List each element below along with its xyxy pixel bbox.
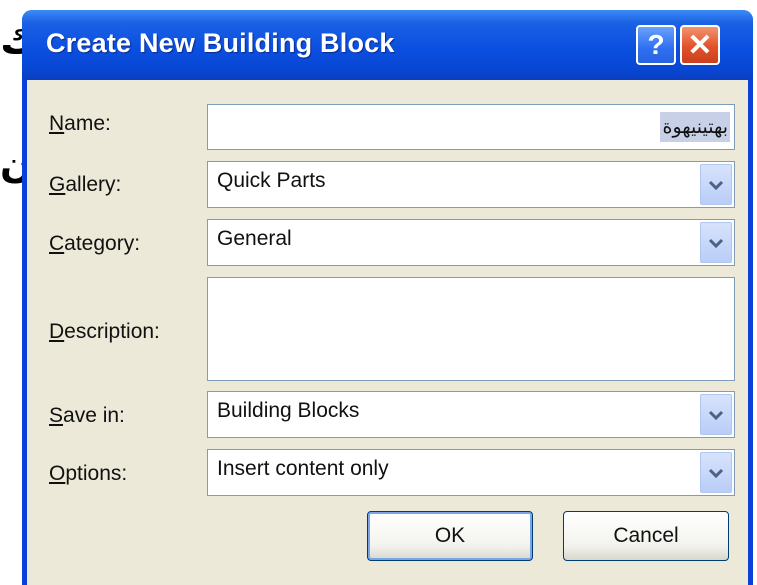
help-button[interactable]: ? — [636, 25, 676, 65]
gallery-label-accesskey: G — [49, 173, 66, 196]
description-label-accesskey: D — [49, 320, 65, 343]
save-in-label: Save in: — [49, 404, 125, 428]
save-in-label-text: ave in: — [63, 404, 125, 427]
title-bar[interactable]: Create New Building Block ? ✕ — [22, 10, 753, 80]
category-dropdown[interactable]: General — [207, 219, 735, 266]
options-label-accesskey: O — [49, 462, 66, 485]
ok-button[interactable]: OK — [367, 511, 533, 561]
options-dropdown[interactable]: Insert content only — [207, 449, 735, 496]
category-label-text: ategory: — [64, 232, 141, 255]
save-in-value: Building Blocks — [217, 399, 360, 422]
category-dropdown-button[interactable] — [700, 222, 732, 263]
options-value: Insert content only — [217, 457, 389, 480]
dialog-title: Create New Building Block — [46, 28, 395, 58]
category-label-accesskey: C — [49, 232, 65, 255]
gallery-dropdown[interactable]: Quick Parts — [207, 161, 735, 208]
name-input[interactable]: بهتينيهوة — [207, 104, 735, 150]
name-label: Name: — [49, 112, 111, 136]
description-textarea[interactable] — [207, 277, 735, 381]
chevron-down-icon — [708, 468, 724, 478]
create-building-block-dialog: Create New Building Block ? ✕ Name: بهتي… — [22, 10, 753, 585]
name-input-value: بهتينيهوة — [660, 112, 730, 142]
options-dropdown-button[interactable] — [700, 452, 732, 493]
dialog-body: Name: بهتينيهوة Gallery: Quick Parts Cat… — [27, 80, 748, 585]
name-label-text: ame: — [64, 112, 111, 135]
chevron-down-icon — [708, 180, 724, 190]
save-in-label-accesskey: S — [49, 404, 64, 427]
help-icon: ? — [647, 29, 665, 60]
save-in-dropdown[interactable]: Building Blocks — [207, 391, 735, 438]
gallery-dropdown-button[interactable] — [700, 164, 732, 205]
save-in-dropdown-button[interactable] — [700, 394, 732, 435]
description-label: Description: — [49, 320, 160, 344]
gallery-value: Quick Parts — [217, 169, 326, 192]
close-icon: ✕ — [687, 28, 713, 62]
cancel-button[interactable]: Cancel — [563, 511, 729, 561]
chevron-down-icon — [708, 238, 724, 248]
description-label-text: escription: — [64, 320, 160, 343]
options-label: Options: — [49, 462, 127, 486]
name-label-accesskey: N — [49, 112, 65, 135]
gallery-label: Gallery: — [49, 173, 121, 197]
options-label-text: ptions: — [65, 462, 128, 485]
chevron-down-icon — [708, 410, 724, 420]
category-value: General — [217, 227, 292, 250]
gallery-label-text: allery: — [65, 173, 122, 196]
category-label: Category: — [49, 232, 140, 256]
close-button[interactable]: ✕ — [680, 25, 720, 65]
